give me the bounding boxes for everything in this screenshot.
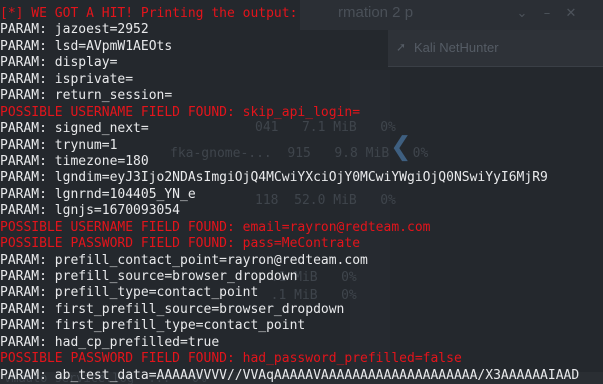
terminal-param-line: PARAM: first_prefill_type=contact_point xyxy=(0,318,306,334)
terminal-alert-line: POSSIBLE PASSWORD FIELD FOUND: had_passw… xyxy=(0,351,462,367)
desktop-screen: rmation 2 p ⌄ – ✕ ➚ Kali NetHunter ❮ 041… xyxy=(0,0,603,384)
terminal-param-line: PARAM: return_session= xyxy=(0,88,173,104)
terminal-param-line: PARAM: prefill_contact_point=rayron@redt… xyxy=(0,252,368,268)
terminal-param-line: PARAM: trynum=1 xyxy=(0,137,118,153)
terminal-alert-line: POSSIBLE USERNAME FIELD FOUND: email=ray… xyxy=(0,219,431,235)
terminal-alert-line: POSSIBLE PASSWORD FIELD FOUND: pass=MeCo… xyxy=(0,236,361,252)
terminal-param-line: PARAM: lgnjs=1670093054 xyxy=(0,203,181,219)
terminal-param-line: PARAM: had_cp_prefilled=true xyxy=(0,334,220,350)
terminal-output[interactable]: [*] WE GOT A HIT! Printing the output: PA… xyxy=(0,6,603,384)
terminal-alert-line: POSSIBLE USERNAME FIELD FOUND: skip_api_… xyxy=(0,104,361,120)
terminal-param-line: PARAM: prefill_type=contact_point xyxy=(0,285,259,301)
terminal-param-line: PARAM: isprivate= xyxy=(0,71,134,87)
terminal-param-line: PARAM: ab_test_data=AAAAAVVVV//VVAqAAAAA… xyxy=(0,367,580,383)
terminal-param-line: PARAM: jazoest=2952 xyxy=(0,22,149,38)
terminal-param-line: PARAM: timezone=180 xyxy=(0,153,149,169)
terminal-param-line: PARAM: first_prefill_source=browser_drop… xyxy=(0,301,345,317)
terminal-param-line: PARAM: lgnrnd=104405_YN_e xyxy=(0,186,196,202)
terminal-alert-line: [*] WE GOT A HIT! Printing the output: xyxy=(0,6,298,21)
terminal-param-line: PARAM: lgndim=eyJ3Ijo2NDAsImgiOjQ4MCwiYX… xyxy=(0,170,548,186)
terminal-param-line: PARAM: display= xyxy=(0,55,118,71)
terminal-param-line: PARAM: lsd=AVpmW1AEOts xyxy=(0,38,173,54)
terminal-param-line: PARAM: prefill_source=browser_dropdown xyxy=(0,269,298,284)
terminal-param-line: PARAM: signed_next= xyxy=(0,121,149,137)
